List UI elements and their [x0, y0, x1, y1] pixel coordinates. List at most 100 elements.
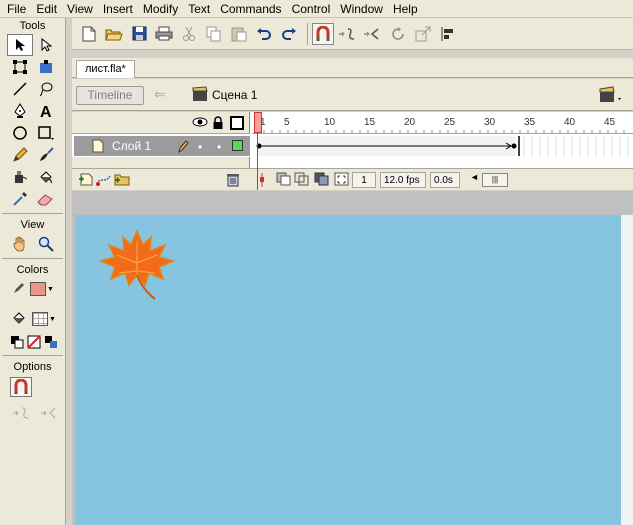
frame-ruler[interactable]: 1 5 10 15 20 25 30 35 40 45: [252, 112, 633, 134]
scroll-left-icon[interactable]: ◄: [470, 172, 479, 182]
menu-help[interactable]: Help: [388, 1, 423, 17]
straighten-icon[interactable]: [362, 23, 384, 45]
copy-icon[interactable]: [203, 23, 225, 45]
swap-colors-icon[interactable]: [44, 335, 58, 352]
new-document-icon[interactable]: [78, 23, 100, 45]
rotate-icon[interactable]: [387, 23, 409, 45]
no-color-icon[interactable]: [27, 334, 41, 352]
save-icon[interactable]: [128, 23, 150, 45]
back-arrow-icon[interactable]: ⇐: [154, 86, 166, 103]
open-icon[interactable]: [103, 23, 125, 45]
stroke-color-dropdown-icon[interactable]: ▼: [47, 286, 54, 293]
menu-control[interactable]: Control: [287, 1, 336, 17]
line-tool-icon[interactable]: [7, 78, 33, 100]
eyedropper-tool-icon[interactable]: [7, 188, 33, 210]
timeline-scroll-thumb[interactable]: |||: [482, 173, 508, 187]
colors-separator: [2, 355, 63, 356]
menu-text[interactable]: Text: [183, 1, 215, 17]
align-icon[interactable]: [437, 23, 459, 45]
rectangle-tool-icon[interactable]: [33, 122, 59, 144]
paste-icon[interactable]: [228, 23, 250, 45]
ruler-ticks: 1 5 10 15 20 25 30 35 40 45: [255, 117, 625, 134]
zoom-tool-icon[interactable]: [33, 233, 59, 255]
subselection-tool-icon[interactable]: [33, 34, 59, 56]
ruler-tick-label: 35: [524, 117, 536, 128]
menu-file[interactable]: File: [2, 1, 31, 17]
menu-commands[interactable]: Commands: [215, 1, 286, 17]
scale-icon[interactable]: [412, 23, 434, 45]
insert-layer-folder-icon[interactable]: [114, 172, 130, 189]
ink-bottle-tool-icon[interactable]: [7, 166, 33, 188]
pencil-tool-icon[interactable]: [7, 144, 33, 166]
lock-icon[interactable]: [212, 116, 224, 133]
timeline-toggle-button[interactable]: Timeline: [76, 86, 144, 105]
redo-icon[interactable]: [278, 23, 300, 45]
add-motion-guide-icon[interactable]: [96, 172, 112, 189]
fill-color-swatch[interactable]: [32, 312, 48, 326]
pen-tool-icon[interactable]: [7, 100, 33, 122]
modify-onion-markers-icon[interactable]: [334, 172, 350, 189]
oval-tool-icon[interactable]: [7, 122, 33, 144]
layer-page-icon: [92, 139, 104, 156]
fill-transform-tool-icon[interactable]: [33, 56, 59, 78]
onion-skin-icon[interactable]: [276, 172, 292, 189]
edit-bar: Timeline ⇐ Сцена 1: [72, 79, 633, 111]
hand-tool-icon[interactable]: [7, 233, 33, 255]
free-transform-tool-icon[interactable]: [7, 56, 33, 78]
stage[interactable]: [75, 215, 621, 525]
show-hide-eye-icon[interactable]: [192, 116, 208, 131]
arrow-tool-icon[interactable]: [6, 34, 33, 56]
visibility-dot-icon[interactable]: •: [198, 140, 202, 154]
timeline-panel: Слой 1 • • 1 5 10 15 20 25 30 35 40 45 1…: [72, 112, 633, 190]
menu-window[interactable]: Window: [335, 1, 388, 17]
edit-multiple-frames-icon[interactable]: [314, 172, 330, 189]
current-frame-field[interactable]: 1: [352, 172, 376, 188]
menu-insert[interactable]: Insert: [98, 1, 138, 17]
snap-option-icon[interactable]: [10, 377, 32, 397]
black-white-icon[interactable]: [10, 335, 24, 352]
center-frame-icon[interactable]: [257, 172, 267, 191]
playhead-line: [257, 133, 258, 190]
playhead[interactable]: [254, 112, 262, 133]
straighten-option-icon[interactable]: [40, 407, 60, 422]
fill-color-icon: [12, 311, 26, 328]
frame-rate-field[interactable]: 12.0 fps: [380, 172, 426, 188]
brush-tool-icon[interactable]: [33, 144, 59, 166]
lock-dot-icon[interactable]: •: [217, 140, 221, 154]
undo-icon[interactable]: [253, 23, 275, 45]
svg-text:A: A: [40, 104, 52, 119]
insert-layer-icon[interactable]: [78, 172, 94, 189]
menu-view[interactable]: View: [62, 1, 98, 17]
layer-name[interactable]: Слой 1: [112, 139, 151, 153]
frame-track[interactable]: [252, 135, 633, 157]
eraser-tool-icon[interactable]: [33, 188, 59, 210]
maple-leaf-graphic[interactable]: [97, 227, 177, 302]
fill-color-dropdown-icon[interactable]: ▼: [49, 316, 56, 323]
smooth-icon[interactable]: [337, 23, 359, 45]
document-tab-strip: лист.fla*: [72, 58, 633, 78]
document-tab[interactable]: лист.fla*: [76, 60, 135, 78]
ruler-tick-label: 40: [564, 117, 576, 128]
ruler-tick-label: 45: [604, 117, 616, 128]
delete-layer-icon[interactable]: [226, 172, 240, 190]
snap-magnet-icon[interactable]: [312, 22, 334, 45]
menu-edit[interactable]: Edit: [31, 1, 62, 17]
end-keyframe[interactable]: [511, 143, 517, 149]
cut-icon[interactable]: [178, 23, 200, 45]
tools-separator: [2, 213, 63, 214]
paint-bucket-tool-icon[interactable]: [33, 166, 59, 188]
text-tool-icon[interactable]: A: [33, 100, 59, 122]
ruler-tick-label: 5: [284, 117, 290, 128]
menu-bar: File Edit View Insert Modify Text Commands Cont…: [0, 0, 633, 18]
edit-scene-icon[interactable]: [599, 85, 625, 106]
onion-skin-outlines-icon[interactable]: [294, 172, 310, 189]
print-icon[interactable]: [153, 23, 175, 45]
layer-color-swatch[interactable]: [232, 140, 243, 151]
lasso-tool-icon[interactable]: [33, 78, 59, 100]
stage-workspace: [72, 191, 633, 525]
stroke-color-swatch[interactable]: [30, 282, 46, 296]
layer-row[interactable]: Слой 1 • •: [74, 136, 250, 156]
menu-modify[interactable]: Modify: [138, 1, 183, 17]
smooth-option-icon[interactable]: [12, 407, 32, 422]
outline-icon[interactable]: [230, 116, 244, 133]
